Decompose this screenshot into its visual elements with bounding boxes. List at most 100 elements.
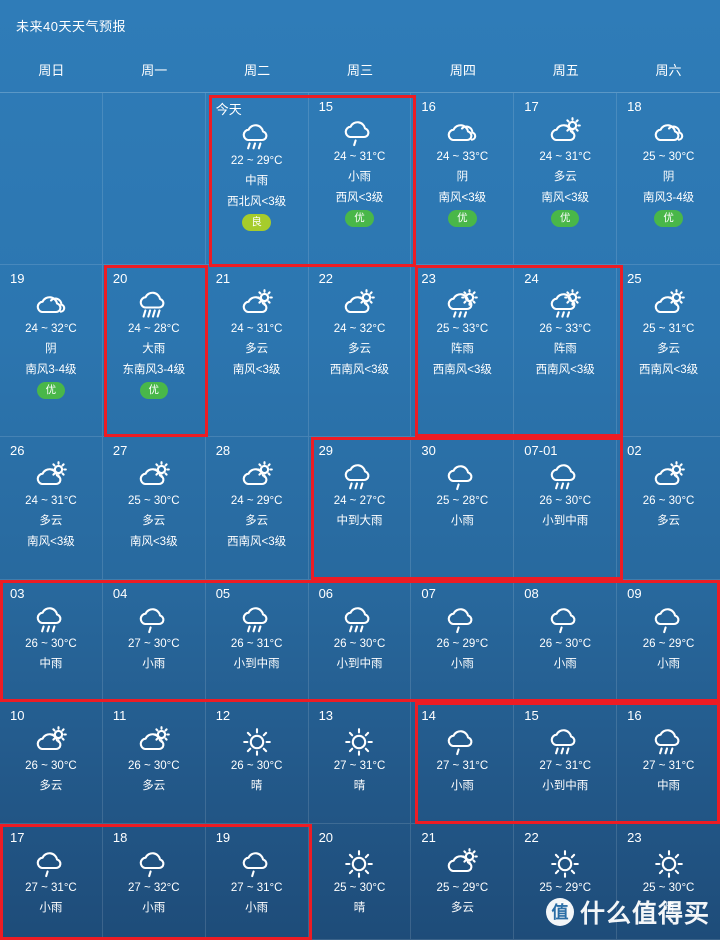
partly-cloudy-icon (651, 461, 687, 492)
temperature-range: 26 ~ 29°C (642, 638, 695, 650)
weather-condition: 小到中雨 (542, 780, 589, 792)
weather-condition: 小雨 (450, 658, 474, 670)
day-cell[interactable]: 04 27 ~ 30°C 小雨 (102, 580, 206, 702)
light-rain-icon (136, 605, 172, 635)
day-cell[interactable]: 29 24 ~ 27°C 中到大雨 (308, 437, 412, 580)
day-cell[interactable]: 21 24 ~ 31°C 多云 南风<3级 (205, 265, 309, 437)
calendar-grid[interactable]: 今天 22 ~ 29°C 中雨 西北风<3级良 15 24 ~ 31°C 小雨 西风<3级… (0, 93, 720, 940)
day-cell[interactable]: 10 26 ~ 30°C 多云 (0, 702, 103, 824)
partly-cloudy-icon (239, 461, 275, 492)
day-cell[interactable]: 25 25 ~ 31°C 多云 西南风<3级 (617, 265, 720, 437)
day-cell[interactable]: 14 27 ~ 31°C 小雨 (411, 702, 515, 824)
day-cell[interactable]: 21 25 ~ 29°C 多云 (411, 824, 515, 940)
day-number: 16 (421, 99, 436, 114)
partly-cloudy-icon (239, 289, 275, 320)
temperature-range: 25 ~ 30°C (642, 882, 695, 894)
weather-condition: 中雨 (657, 780, 681, 792)
weather-condition: 阵雨 (450, 343, 474, 355)
day-cell[interactable]: 09 26 ~ 29°C 小雨 (617, 580, 720, 702)
weather-condition: 小雨 (450, 780, 474, 792)
weather-condition: 晴 (353, 780, 366, 792)
day-number: 20 (112, 271, 128, 286)
day-cell[interactable]: 12 26 ~ 30°C 晴 (205, 702, 309, 824)
day-cell[interactable]: 今天 22 ~ 29°C 中雨 西北风<3级良 (205, 93, 309, 265)
day-cell[interactable]: 23 25 ~ 33°C 阵雨 西南风<3级 (411, 265, 515, 437)
temperature-range: 24 ~ 31°C (333, 151, 386, 163)
day-cell[interactable]: 27 25 ~ 30°C 多云 南风<3级 (102, 437, 206, 580)
sunny-icon (341, 849, 377, 879)
day-cell[interactable]: 30 25 ~ 28°C 小雨 (411, 437, 515, 580)
aqi-badge: 优 (448, 210, 477, 228)
day-cell[interactable]: 02 26 ~ 30°C 多云 (617, 437, 720, 580)
weather-condition: 多云 (657, 515, 681, 527)
day-cell[interactable]: 05 26 ~ 31°C 小到中雨 (205, 580, 309, 702)
day-number: 04 (112, 586, 128, 601)
wind-info: 南风<3级 (27, 536, 75, 548)
weekday-header-row: 周日 周一 周二 周三 周四 周五 周六 (0, 47, 720, 93)
moderate-rain-icon (33, 605, 69, 635)
wind-info: 西南风<3级 (329, 364, 390, 376)
weather-condition: 晴 (353, 902, 366, 914)
day-cell[interactable]: 07 26 ~ 29°C 小雨 (411, 580, 515, 702)
day-cell[interactable]: 17 24 ~ 31°C 多云 南风<3级优 (514, 93, 618, 265)
day-cell[interactable]: 18 27 ~ 32°C 小雨 (102, 824, 206, 940)
temperature-range: 26 ~ 30°C (127, 760, 180, 772)
day-number: 21 (215, 271, 231, 286)
day-number: 16 (627, 708, 642, 723)
day-cell[interactable]: 19 24 ~ 32°C 阴南风3-4级优 (0, 265, 103, 437)
temperature-range: 27 ~ 32°C (127, 882, 180, 894)
day-cell[interactable]: 11 26 ~ 30°C 多云 (102, 702, 206, 824)
day-cell[interactable]: 22 24 ~ 32°C 多云 西南风<3级 (308, 265, 412, 437)
day-cell[interactable]: 28 24 ~ 29°C 多云 西南风<3级 (205, 437, 309, 580)
day-cell[interactable]: 15 24 ~ 31°C 小雨 西风<3级优 (308, 93, 412, 265)
day-cell[interactable]: 18 25 ~ 30°C 阴南风3-4级优 (617, 93, 720, 265)
watermark: 值 什么值得买 (545, 894, 710, 930)
temperature-range: 24 ~ 31°C (539, 151, 591, 163)
day-cell[interactable]: 08 26 ~ 30°C 小雨 (514, 580, 618, 702)
day-cell[interactable]: 20 25 ~ 30°C 晴 (308, 824, 412, 940)
weather-condition: 中雨 (245, 175, 269, 187)
day-cell[interactable]: 13 27 ~ 31°C 晴 (308, 702, 412, 824)
weather-condition: 多云 (39, 780, 63, 792)
weather-condition: 小雨 (142, 658, 166, 670)
weather-condition: 阴 (662, 171, 675, 183)
weather-condition: 阵雨 (553, 343, 577, 355)
day-number: 10 (10, 708, 25, 723)
weekday-label-0: 周日 (38, 63, 65, 78)
moderate-rain-icon (341, 605, 377, 635)
day-cell[interactable]: 07-01 26 ~ 30°C 小到中雨 (514, 437, 618, 580)
wind-info: 南风<3级 (438, 192, 487, 204)
heavy-rain-icon (136, 290, 172, 320)
sunny-icon (547, 849, 583, 879)
day-number: 18 (627, 99, 642, 114)
temperature-range: 25 ~ 30°C (333, 882, 386, 894)
light-rain-icon (341, 118, 377, 148)
temperature-range: 24 ~ 33°C (436, 151, 489, 163)
weekday-label-5: 周五 (552, 63, 579, 78)
temperature-range: 26 ~ 30°C (333, 638, 386, 650)
weather-condition: 多云 (347, 343, 371, 355)
day-cell[interactable]: 24 26 ~ 33°C 阵雨 西南风<3级 (514, 265, 618, 437)
day-cell[interactable]: 20 24 ~ 28°C 大雨 东南风3-4级优 (102, 265, 206, 437)
day-cell[interactable]: 26 24 ~ 31°C 多云 南风<3级 (0, 437, 103, 580)
day-cell[interactable]: 19 27 ~ 31°C 小雨 (205, 824, 309, 940)
aqi-badge: 优 (550, 210, 580, 228)
wind-info: 西风<3级 (335, 192, 384, 204)
partly-cloudy-icon (136, 726, 172, 757)
day-number: 06 (318, 586, 334, 601)
shower-icon (444, 289, 480, 320)
day-cell[interactable]: 17 27 ~ 31°C 小雨 (0, 824, 103, 940)
day-number: 13 (318, 708, 334, 723)
temperature-range: 26 ~ 33°C (539, 323, 591, 335)
day-cell-empty (0, 93, 103, 265)
day-cell[interactable]: 15 27 ~ 31°C 小到中雨 (514, 702, 618, 824)
day-cell[interactable]: 03 26 ~ 30°C 中雨 (0, 580, 103, 702)
weather-condition: 小雨 (39, 902, 63, 914)
day-cell[interactable]: 16 24 ~ 33°C 阴南风<3级优 (411, 93, 515, 265)
day-cell[interactable]: 06 26 ~ 30°C 小到中雨 (308, 580, 412, 702)
day-cell[interactable]: 16 27 ~ 31°C 中雨 (617, 702, 720, 824)
partly-cloudy-icon (444, 848, 480, 879)
shower-icon (547, 289, 583, 320)
temperature-range: 26 ~ 30°C (539, 638, 591, 650)
wind-info: 西南风<3级 (639, 364, 699, 376)
